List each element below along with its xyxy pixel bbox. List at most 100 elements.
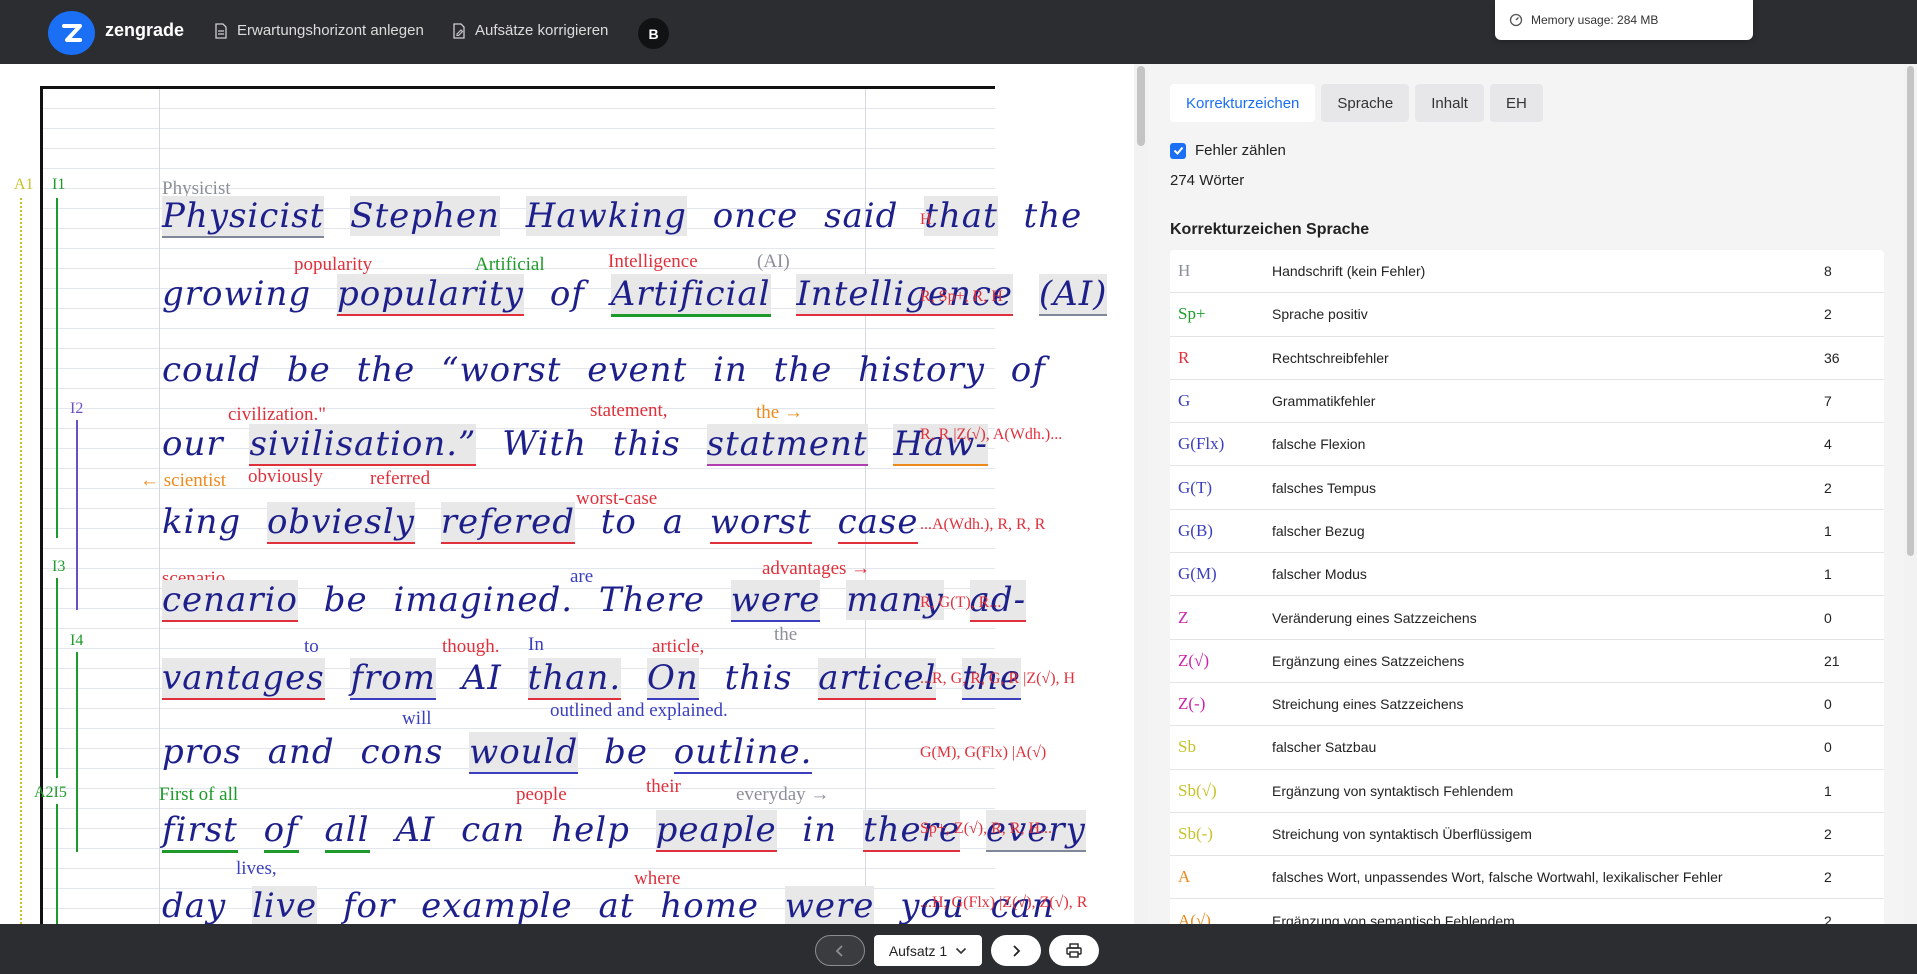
handwritten-word[interactable]: (AI) — [1038, 274, 1108, 316]
handwritten-word[interactable]: would — [469, 732, 579, 774]
essay-scrollbar[interactable] — [1134, 64, 1148, 924]
handwritten-word[interactable]: the — [1024, 196, 1083, 236]
handwritten-word[interactable]: that — [924, 196, 998, 236]
handwritten-word[interactable]: AI — [395, 810, 435, 850]
handwritten-word[interactable]: the — [357, 350, 416, 390]
handwritten-word[interactable]: event — [587, 350, 687, 390]
correction-mark-row[interactable]: Sb(√) Ergänzung von syntaktisch Fehlendem… — [1170, 770, 1884, 813]
handwritten-word[interactable]: to — [601, 502, 637, 542]
correction-mark-row[interactable]: R Rechtschreibfehler 36 — [1170, 337, 1884, 380]
zengrade-logo-icon[interactable] — [48, 11, 95, 55]
handwritten-word[interactable]: obviesly — [266, 502, 415, 544]
essay-select[interactable]: Aufsatz 1 — [874, 935, 982, 966]
handwritten-word[interactable]: Artificial — [610, 274, 771, 317]
handwritten-word[interactable]: all — [324, 810, 370, 853]
handwritten-word[interactable]: Physicist — [162, 196, 325, 238]
count-errors-toggle[interactable]: Fehler zählen — [1170, 142, 1286, 159]
handwritten-word[interactable]: articel — [818, 658, 937, 700]
handwritten-word[interactable]: first — [162, 810, 238, 853]
handwritten-word[interactable]: home — [660, 886, 759, 924]
handwritten-word[interactable]: said — [824, 196, 898, 236]
handwritten-word[interactable]: in — [713, 350, 748, 390]
handwritten-word[interactable]: be — [324, 580, 368, 620]
correction-mark-row[interactable]: H Handschrift (kein Fehler) 8 — [1170, 250, 1884, 294]
handwritten-word[interactable]: were — [784, 886, 875, 924]
handwritten-word[interactable]: be — [287, 350, 331, 390]
handwritten-word[interactable]: case — [837, 502, 919, 544]
correction-mark-row[interactable]: Sb falscher Satzbau 0 — [1170, 726, 1884, 770]
handwritten-word[interactable]: cons — [361, 732, 444, 772]
handwritten-word[interactable]: for — [343, 886, 395, 924]
handwritten-word[interactable]: pros — [162, 732, 242, 772]
handwritten-word[interactable]: at — [598, 886, 634, 924]
handwritten-word[interactable]: help — [551, 810, 630, 850]
handwritten-word[interactable]: this — [613, 424, 681, 464]
handwritten-word[interactable]: our — [162, 424, 224, 464]
handwritten-word[interactable]: could — [162, 350, 261, 390]
handwritten-word[interactable]: be — [604, 732, 648, 772]
handwritten-word[interactable]: king — [162, 502, 241, 542]
correction-mark-row[interactable]: G(M) falscher Modus 1 — [1170, 553, 1884, 597]
handwritten-word[interactable]: a — [663, 502, 684, 542]
handwritten-word[interactable]: the — [774, 350, 833, 390]
panel-scrollbar[interactable] — [1904, 64, 1917, 924]
scrollbar-thumb[interactable] — [1137, 66, 1145, 146]
handwritten-word[interactable]: sivilisation.” — [249, 424, 477, 466]
correction-mark-row[interactable]: G(T) falsches Tempus 2 — [1170, 466, 1884, 510]
handwritten-word[interactable]: growing — [162, 274, 311, 314]
correction-mark-row[interactable]: G(Flx) falsche Flexion 4 — [1170, 423, 1884, 467]
handwritten-word[interactable]: of — [263, 810, 299, 853]
handwritten-word[interactable]: There — [599, 580, 705, 620]
handwritten-word[interactable]: once — [713, 196, 799, 236]
handwritten-word[interactable]: vantages — [162, 658, 325, 700]
handwritten-word[interactable]: refered — [440, 502, 575, 544]
handwritten-word[interactable]: of — [1011, 350, 1046, 390]
handwritten-word[interactable]: history — [858, 350, 985, 390]
tab-eh[interactable]: EH — [1489, 84, 1543, 122]
handwritten-word[interactable]: With — [502, 424, 587, 464]
handwritten-word[interactable]: than. — [527, 658, 622, 700]
handwritten-word[interactable]: worst — [709, 502, 812, 544]
app-name[interactable]: zengrade — [105, 20, 184, 41]
correction-mark-row[interactable]: Z(-) Streichung eines Satzzeichens 0 — [1170, 683, 1884, 727]
handwritten-word[interactable]: of — [550, 274, 585, 314]
handwritten-word[interactable]: “worst — [441, 350, 561, 390]
correction-mark-row[interactable]: G(B) falscher Bezug 1 — [1170, 510, 1884, 554]
handwritten-word[interactable]: were — [730, 580, 821, 622]
correction-mark-row[interactable]: Z Veränderung eines Satzzeichens 0 — [1170, 596, 1884, 640]
handwritten-word[interactable]: imagined. — [393, 580, 573, 620]
handwritten-word[interactable]: in — [802, 810, 837, 850]
correction-mark-row[interactable]: Afalsches Wort, unpassendes Wort, falsch… — [1170, 856, 1884, 900]
handwritten-word[interactable]: On — [646, 658, 699, 700]
count-errors-checkbox[interactable] — [1170, 142, 1186, 159]
handwritten-word[interactable]: statment — [706, 424, 868, 466]
next-essay-button[interactable] — [991, 935, 1041, 966]
handwritten-word[interactable]: from — [350, 658, 437, 700]
handwritten-word[interactable]: can — [461, 810, 525, 850]
handwritten-word[interactable]: outline. — [673, 732, 813, 774]
handwritten-word[interactable]: Hawking — [525, 196, 687, 236]
handwritten-word[interactable]: AI — [462, 658, 502, 698]
handwritten-word[interactable]: day — [162, 886, 226, 924]
print-button[interactable] — [1049, 935, 1099, 966]
tab-korrekturzeichen[interactable]: Korrekturzeichen — [1170, 84, 1316, 122]
scrollbar-thumb[interactable] — [1907, 66, 1914, 556]
previous-essay-button[interactable] — [815, 935, 865, 966]
correction-mark-row[interactable]: Z(√) Ergänzung eines Satzzeichens 21 — [1170, 640, 1884, 683]
handwritten-word[interactable]: popularity — [336, 274, 524, 316]
nav-aufsaetze-korrigieren[interactable]: Aufsätze korrigieren — [452, 22, 608, 39]
tab-sprache[interactable]: Sprache — [1321, 84, 1410, 122]
handwritten-word[interactable]: and — [268, 732, 335, 772]
handwritten-word[interactable]: live — [252, 886, 318, 924]
handwritten-word[interactable]: example — [421, 886, 573, 924]
tab-inhalt[interactable]: Inhalt — [1415, 84, 1484, 122]
nav-erwartungshorizont-anlegen[interactable]: Erwartungshorizont anlegen — [214, 22, 424, 39]
correction-mark-row[interactable]: Sp+ Sprache positiv 2 — [1170, 293, 1884, 337]
handwritten-word[interactable]: cenario — [162, 580, 298, 622]
handwritten-word[interactable]: this — [725, 658, 793, 698]
correction-mark-row[interactable]: A(√) Ergänzung von semantisch Fehlendem 2 — [1170, 899, 1884, 924]
correction-mark-row[interactable]: Sb(-) Streichung von syntaktisch Überflüs… — [1170, 813, 1884, 857]
correction-mark-row[interactable]: G Grammatikfehler 7 — [1170, 380, 1884, 424]
handwritten-word[interactable]: peaple — [655, 810, 777, 852]
user-avatar[interactable]: B — [638, 18, 669, 49]
